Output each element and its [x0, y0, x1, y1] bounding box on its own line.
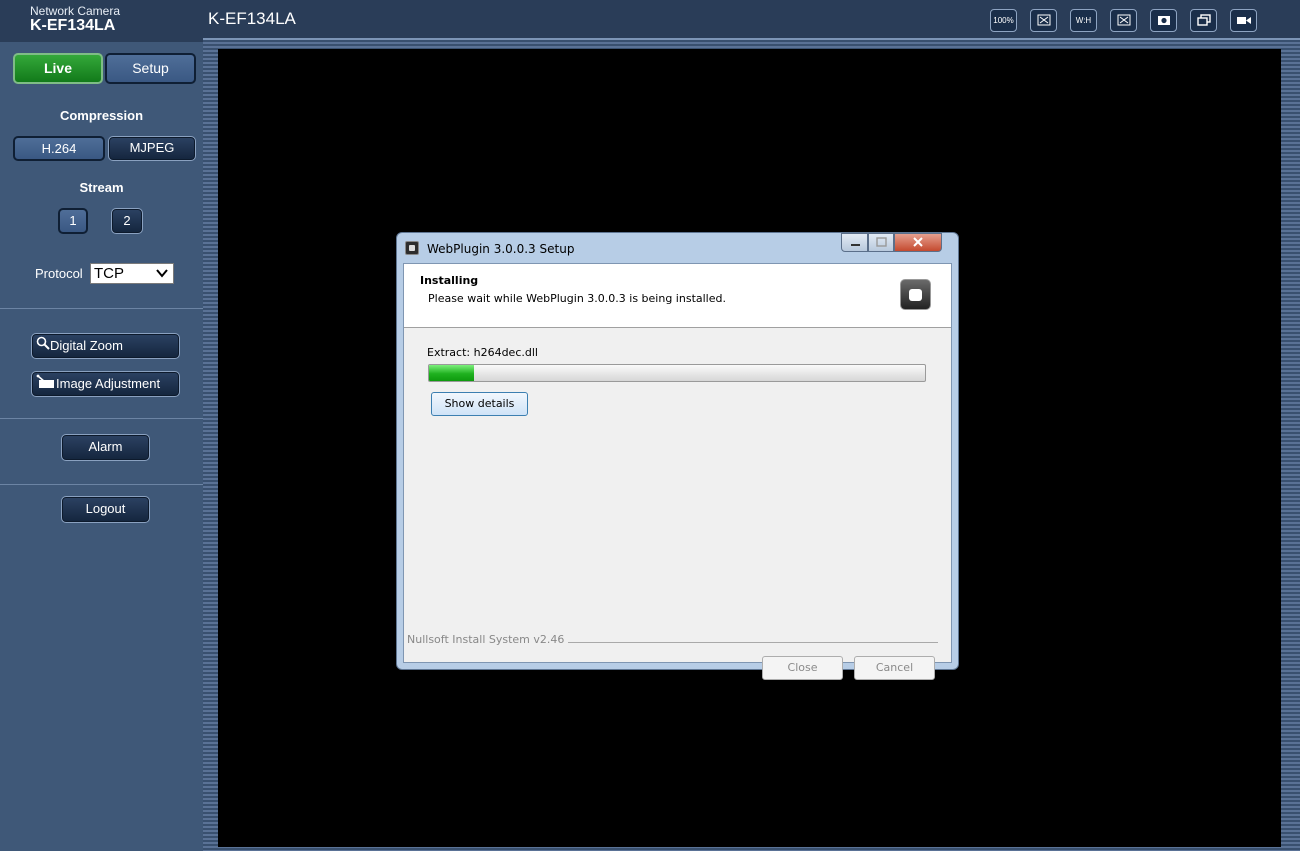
- divider: [0, 418, 203, 419]
- multiscreen-icon[interactable]: [1190, 9, 1217, 32]
- close-icon[interactable]: [894, 233, 942, 252]
- show-details-button[interactable]: Show details: [431, 392, 528, 416]
- brand-model: K-EF134LA: [30, 17, 116, 34]
- live-button[interactable]: Live: [13, 53, 103, 84]
- chevron-down-icon: [155, 265, 169, 286]
- zoom-100-button[interactable]: 100%: [990, 9, 1017, 32]
- alarm-button[interactable]: Alarm: [61, 434, 150, 461]
- dialog-subheading: Please wait while WebPlugin 3.0.0.3 is b…: [428, 292, 726, 305]
- nsis-version-label: Nullsoft Install System v2.46: [407, 633, 565, 646]
- brand-subtitle: Network Camera: [30, 4, 121, 18]
- mjpeg-button[interactable]: MJPEG: [108, 136, 196, 161]
- digital-zoom-label: Digital Zoom: [50, 338, 123, 353]
- h264-button[interactable]: H.264: [13, 136, 105, 161]
- stream-1-button[interactable]: 1: [58, 208, 88, 234]
- dialog-title: WebPlugin 3.0.0.3 Setup: [427, 242, 575, 256]
- dialog-header: Installing Please wait while WebPlugin 3…: [404, 264, 951, 328]
- stream-label: Stream: [79, 180, 124, 195]
- sidebar: Network Camera K-EF134LA Live Setup Comp…: [0, 0, 203, 851]
- stream-2-button[interactable]: 2: [111, 208, 143, 234]
- minimize-icon[interactable]: [841, 233, 868, 252]
- extract-status: Extract: h264dec.dll: [427, 346, 538, 359]
- fit-window-icon[interactable]: [1030, 9, 1057, 32]
- scale-icon[interactable]: [1110, 9, 1137, 32]
- setup-button[interactable]: Setup: [105, 53, 196, 84]
- logout-button[interactable]: Logout: [61, 496, 150, 523]
- divider: [0, 308, 203, 309]
- divider: [0, 484, 203, 485]
- maximize-icon[interactable]: [868, 233, 894, 252]
- cancel-button[interactable]: Cancel: [854, 656, 935, 680]
- protocol-label: Protocol: [35, 266, 83, 281]
- divider: [568, 642, 938, 643]
- record-icon[interactable]: [1230, 9, 1257, 32]
- installer-dialog: WebPlugin 3.0.0.3 Setup Installing Pleas…: [396, 232, 959, 680]
- top-bar: K-EF134LA 100% W:H: [203, 0, 1300, 40]
- installer-icon: [405, 241, 419, 255]
- brand-area: Network Camera K-EF134LA: [0, 0, 203, 42]
- dialog-heading: Installing: [420, 274, 479, 287]
- install-progress-bar: [428, 364, 926, 382]
- protocol-select[interactable]: TCP: [90, 263, 174, 284]
- image-adjustment-label: Image Adjustment: [56, 376, 161, 391]
- progress-fill: [429, 365, 474, 381]
- dialog-body: Installing Please wait while WebPlugin 3…: [403, 263, 952, 680]
- digital-zoom-button[interactable]: Digital Zoom: [31, 333, 180, 359]
- snapshot-icon[interactable]: [1150, 9, 1177, 32]
- image-adjustment-button[interactable]: Image Adjustment: [31, 371, 180, 397]
- camera-title: K-EF134LA: [208, 9, 296, 28]
- magnifier-icon: [36, 334, 50, 357]
- compression-label: Compression: [59, 108, 144, 123]
- image-adjust-icon: [36, 372, 56, 395]
- aspect-wh-button[interactable]: W:H: [1070, 9, 1097, 32]
- camera-icon: [900, 279, 931, 310]
- protocol-value: TCP: [94, 265, 124, 282]
- close-button[interactable]: Close: [762, 656, 843, 680]
- dialog-title-bar[interactable]: WebPlugin 3.0.0.3 Setup: [397, 233, 958, 263]
